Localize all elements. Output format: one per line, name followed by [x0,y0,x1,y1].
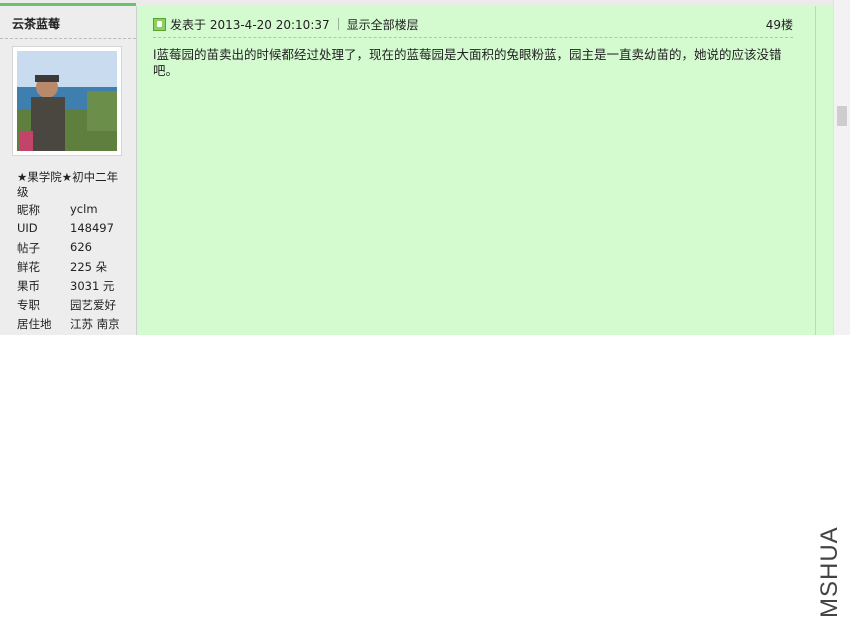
forum-post: 云茶蓝莓 ★果学院★初中二年级 昵称 yclm UID 148497 帖子 62… [0,0,833,335]
info-value[interactable]: 148497 [70,221,114,240]
info-label: UID [17,221,38,235]
info-row-occupation: 专职 园艺爱好 [17,297,120,316]
divider [337,18,339,30]
info-value: 江苏 南京 [70,317,120,331]
info-label: 帖子 [17,241,40,255]
post-content-area: 发表于 2013-4-20 20:10:37 显示全部楼层 49楼 l蓝莓园的苗… [137,6,816,335]
info-label: 专职 [17,298,40,312]
watermark-text: MSHUA [816,526,843,618]
info-label: 果币 [17,279,40,293]
user-rank: ★果学院★初中二年级 [17,170,119,199]
info-row-uid: UID 148497 [17,221,120,240]
avatar-photo [17,51,117,151]
info-row-location: 居住地 江苏 南京 [17,316,120,335]
info-value: 3031 元 [70,279,115,293]
vertical-scrollbar[interactable] [833,0,850,335]
info-value: 225 朵 [70,260,108,274]
floor-number[interactable]: 49楼 [766,16,793,33]
post-body-text: l蓝莓园的苗卖出的时候都经过处理了，现在的蓝莓园是大面积的兔眼粉蓝，园主是一直卖… [153,47,782,78]
divider [0,38,136,39]
info-row-posts: 帖子 626 [17,240,120,259]
avatar[interactable] [12,46,122,156]
info-label: 居住地 [17,317,52,331]
blank-area [0,335,850,633]
info-label: 昵称 [17,203,40,217]
info-value: yclm [70,202,98,216]
info-value[interactable]: 626 [70,240,92,259]
info-label: 鲜花 [17,260,40,274]
divider [153,37,793,38]
info-row-flowers: 鲜花 225 朵 [17,259,120,278]
info-row-coins: 果币 3031 元 [17,278,120,297]
post-date: 发表于 2013-4-20 20:10:37 [170,17,330,32]
post-meta-bar: 发表于 2013-4-20 20:10:37 显示全部楼层 49楼 [153,16,793,32]
user-info-column: 云茶蓝莓 ★果学院★初中二年级 昵称 yclm UID 148497 帖子 62… [0,6,137,335]
scrollbar-thumb[interactable] [837,106,847,126]
info-value: 园艺爱好 [70,298,116,312]
online-status-icon [153,17,166,31]
user-info-list: 昵称 yclm UID 148497 帖子 626 鲜花 225 朵 果币 30… [17,202,120,335]
show-all-floors-link[interactable]: 显示全部楼层 [347,16,419,33]
info-row-nickname: 昵称 yclm [17,202,120,221]
username-link[interactable]: 云茶蓝莓 [12,15,60,32]
